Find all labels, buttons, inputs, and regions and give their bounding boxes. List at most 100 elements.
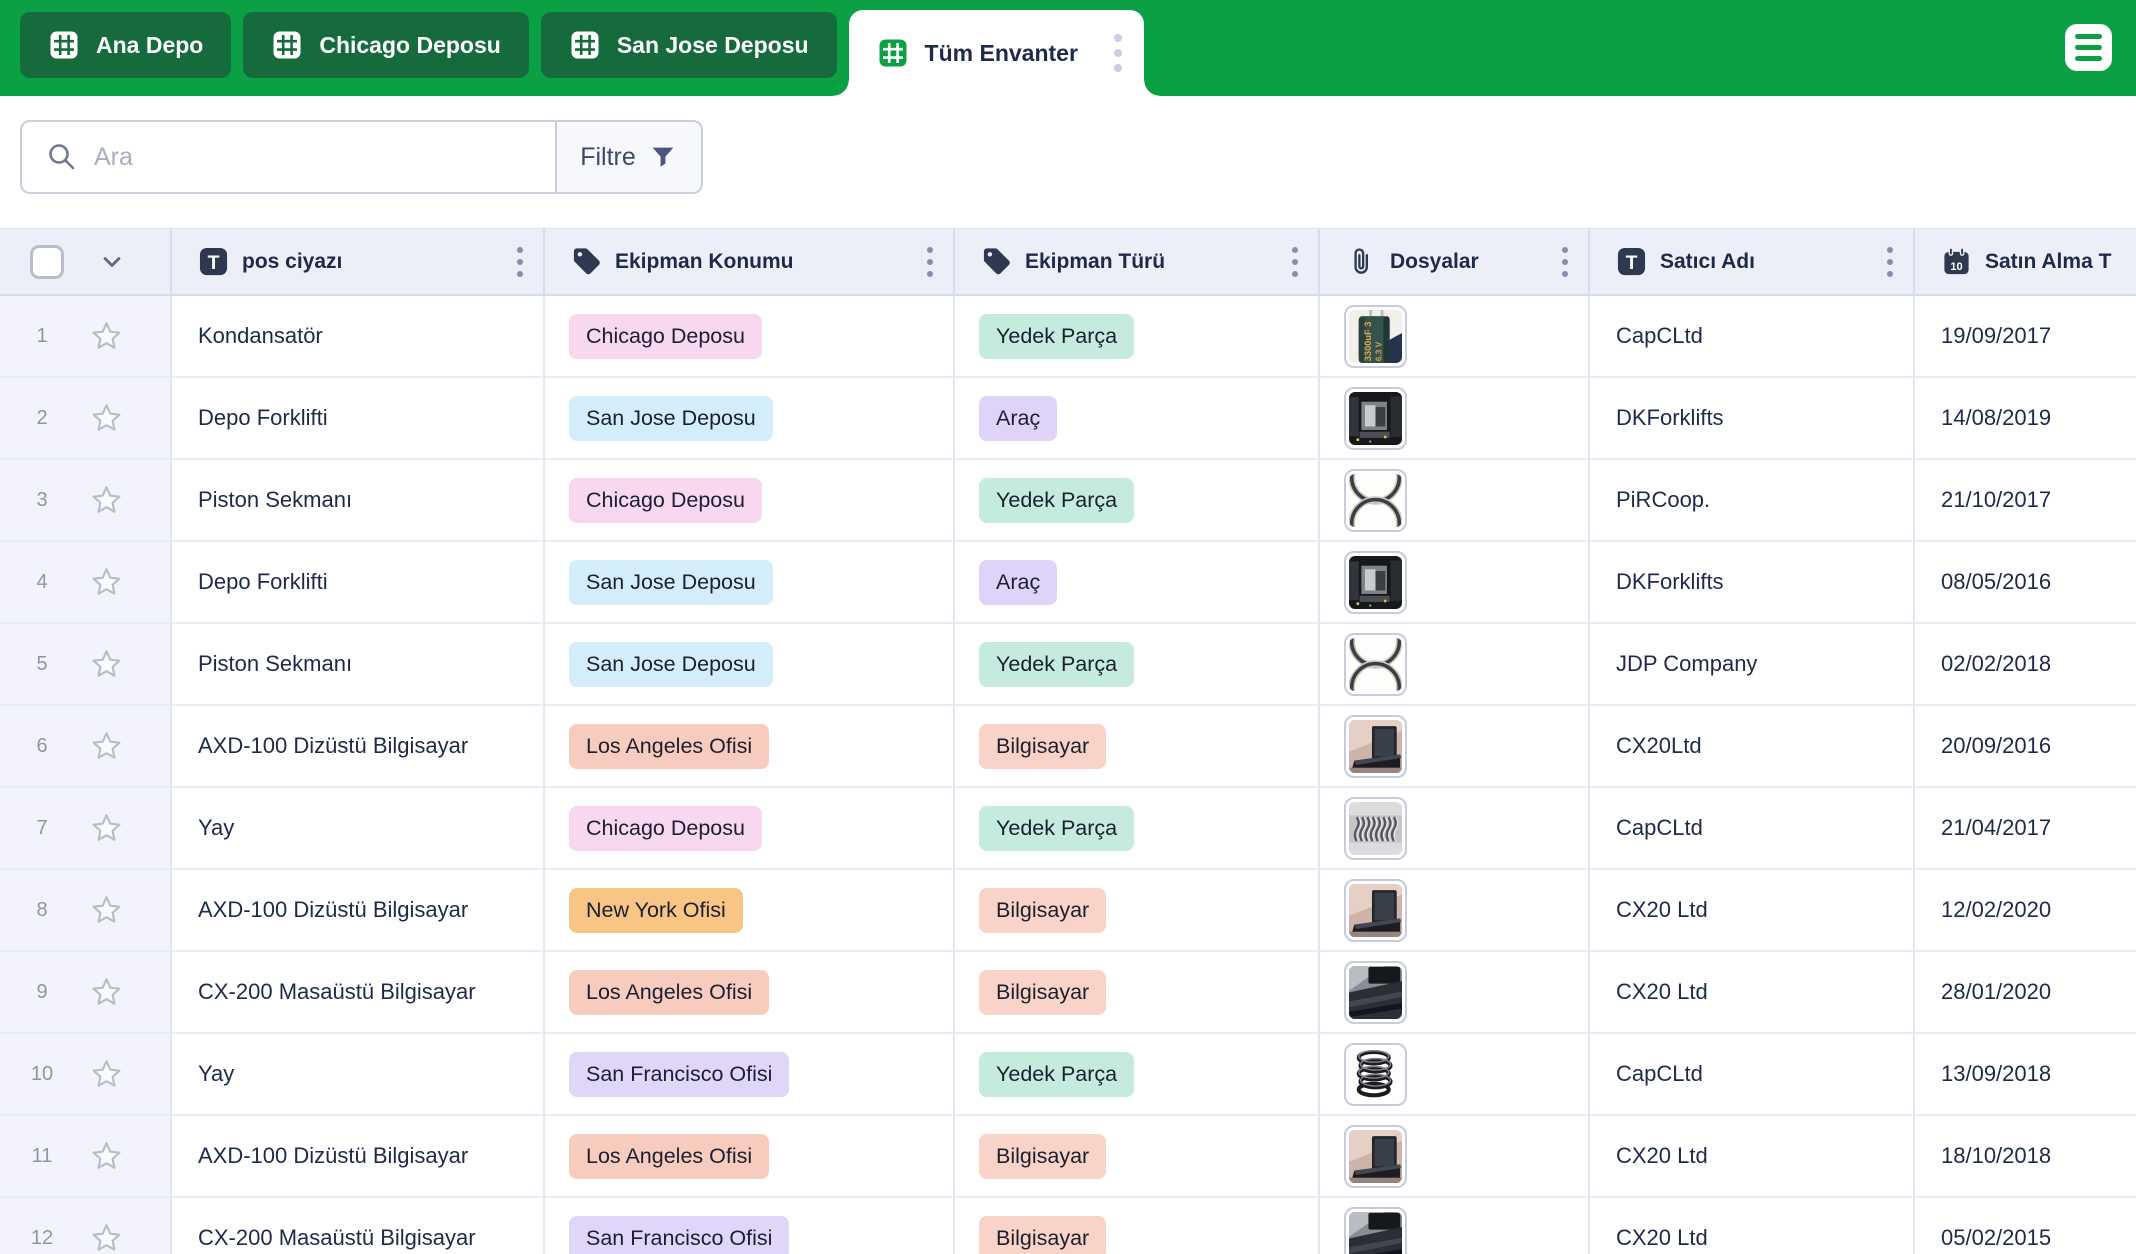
star-icon[interactable] [90,566,123,599]
vendor-cell[interactable]: DKForklifts [1590,378,1915,460]
location-tag[interactable]: Los Angeles Ofisi [569,724,769,769]
files-cell[interactable] [1320,624,1590,706]
files-cell[interactable] [1320,870,1590,952]
row-select-cell[interactable]: 2 [0,378,172,460]
file-thumbnail[interactable] [1344,387,1407,450]
date-cell[interactable]: 12/02/2020 [1915,870,2136,952]
files-cell[interactable] [1320,460,1590,542]
name-cell[interactable]: Depo Forklifti [172,542,545,624]
files-cell[interactable] [1320,788,1590,870]
file-thumbnail[interactable] [1344,715,1407,778]
location-tag[interactable]: New York Ofisi [569,888,743,933]
location-cell[interactable]: San Jose Deposu [545,542,955,624]
type-tag[interactable]: Araç [979,560,1057,605]
location-tag[interactable]: Los Angeles Ofisi [569,970,769,1015]
name-cell[interactable]: CX-200 Masaüstü Bilgisayar [172,952,545,1034]
star-icon[interactable] [90,320,123,353]
vendor-cell[interactable]: CapCLtd [1590,296,1915,378]
file-thumbnail[interactable] [1344,961,1407,1024]
vendor-cell[interactable]: PiRCoop. [1590,460,1915,542]
search-input[interactable] [94,143,555,172]
location-cell[interactable]: San Jose Deposu [545,624,955,706]
star-icon[interactable] [90,894,123,927]
type-tag[interactable]: Bilgisayar [979,1134,1106,1179]
vendor-cell[interactable]: JDP Company [1590,624,1915,706]
column-menu-icon[interactable] [923,243,937,281]
type-tag[interactable]: Bilgisayar [979,888,1106,933]
files-cell[interactable] [1320,1198,1590,1254]
row-select-cell[interactable]: 8 [0,870,172,952]
location-tag[interactable]: San Jose Deposu [569,642,773,687]
location-cell[interactable]: Los Angeles Ofisi [545,952,955,1034]
file-thumbnail[interactable] [1344,469,1407,532]
location-cell[interactable]: Chicago Deposu [545,296,955,378]
star-icon[interactable] [90,730,123,763]
type-cell[interactable]: Araç [955,542,1320,624]
row-select-cell[interactable]: 12 [0,1198,172,1254]
column-menu-icon[interactable] [1558,243,1572,281]
name-cell[interactable]: Kondansatör [172,296,545,378]
row-select-cell[interactable]: 6 [0,706,172,788]
file-thumbnail[interactable]: 3300uF 3 6.3 V [1344,305,1407,368]
location-cell[interactable]: San Francisco Ofisi [545,1198,955,1254]
star-icon[interactable] [90,1058,123,1091]
date-cell[interactable]: 21/10/2017 [1915,460,2136,542]
vendor-cell[interactable]: CX20 Ltd [1590,870,1915,952]
tab-menu-icon[interactable] [1110,30,1126,76]
files-cell[interactable] [1320,1116,1590,1198]
name-cell[interactable]: AXD-100 Dizüstü Bilgisayar [172,870,545,952]
row-select-cell[interactable]: 5 [0,624,172,706]
star-icon[interactable] [90,812,123,845]
tab-san-jose-deposu[interactable]: San Jose Deposu [541,12,837,78]
vendor-cell[interactable]: CX20Ltd [1590,706,1915,788]
type-tag[interactable]: Yedek Parça [979,642,1134,687]
name-cell[interactable]: Piston Sekmanı [172,624,545,706]
date-cell[interactable]: 20/09/2016 [1915,706,2136,788]
name-cell[interactable]: AXD-100 Dizüstü Bilgisayar [172,706,545,788]
name-cell[interactable]: Yay [172,788,545,870]
tab-ana-depo[interactable]: Ana Depo [20,12,231,78]
tab-chicago-deposu[interactable]: Chicago Deposu [243,12,528,78]
filter-button[interactable]: Filtre [555,122,701,192]
location-cell[interactable]: Los Angeles Ofisi [545,1116,955,1198]
chevron-down-icon[interactable] [98,248,126,276]
type-cell[interactable]: Bilgisayar [955,1116,1320,1198]
location-tag[interactable]: Chicago Deposu [569,478,762,523]
location-tag[interactable]: San Jose Deposu [569,396,773,441]
file-thumbnail[interactable] [1344,551,1407,614]
date-cell[interactable]: 14/08/2019 [1915,378,2136,460]
select-all-checkbox[interactable] [30,245,64,279]
files-cell[interactable]: 3300uF 3 6.3 V [1320,296,1590,378]
tab-tüm-envanter[interactable]: Tüm Envanter [849,10,1144,96]
type-tag[interactable]: Bilgisayar [979,1216,1106,1254]
vendor-cell[interactable]: CX20 Ltd [1590,1116,1915,1198]
date-cell[interactable]: 28/01/2020 [1915,952,2136,1034]
file-thumbnail[interactable] [1344,633,1407,696]
files-cell[interactable] [1320,378,1590,460]
vendor-cell[interactable]: CX20 Ltd [1590,1198,1915,1254]
type-cell[interactable]: Yedek Parça [955,460,1320,542]
file-thumbnail[interactable] [1344,1207,1407,1254]
location-cell[interactable]: Chicago Deposu [545,788,955,870]
files-cell[interactable] [1320,1034,1590,1116]
file-thumbnail[interactable] [1344,1043,1407,1106]
type-cell[interactable]: Bilgisayar [955,706,1320,788]
location-cell[interactable]: San Jose Deposu [545,378,955,460]
type-tag[interactable]: Araç [979,396,1057,441]
location-cell[interactable]: San Francisco Ofisi [545,1034,955,1116]
column-menu-icon[interactable] [1288,243,1302,281]
type-cell[interactable]: Yedek Parça [955,296,1320,378]
type-tag[interactable]: Bilgisayar [979,724,1106,769]
type-cell[interactable]: Bilgisayar [955,870,1320,952]
type-tag[interactable]: Yedek Parça [979,314,1134,359]
row-select-cell[interactable]: 10 [0,1034,172,1116]
star-icon[interactable] [90,484,123,517]
type-tag[interactable]: Yedek Parça [979,478,1134,523]
column-menu-icon[interactable] [1883,243,1897,281]
location-cell[interactable]: Los Angeles Ofisi [545,706,955,788]
main-menu-button[interactable] [2065,24,2112,71]
files-cell[interactable] [1320,952,1590,1034]
name-cell[interactable]: Depo Forklifti [172,378,545,460]
star-icon[interactable] [90,648,123,681]
vendor-cell[interactable]: CapCLtd [1590,1034,1915,1116]
